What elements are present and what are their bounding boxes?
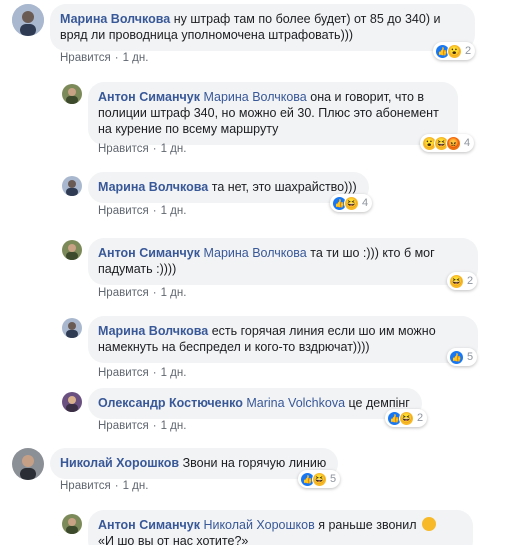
reaction-count: 2 xyxy=(465,45,472,57)
avatar[interactable] xyxy=(62,392,82,412)
comment-bubble: Антон Симанчук Николай Хорошков я раньше… xyxy=(88,510,473,545)
comment-text: я раньше звонил xyxy=(318,518,417,532)
reaction-count: 5 xyxy=(330,473,337,485)
comment-reply: Олександр Костюченко Marina Volchkova це… xyxy=(0,384,512,438)
user-photo-icon xyxy=(62,514,82,534)
like-link[interactable]: Нравится xyxy=(98,287,149,299)
avatar[interactable] xyxy=(62,318,82,338)
comment-bubble: Олександр Костюченко Marina Volchkova це… xyxy=(88,388,422,419)
comment-bubble: Марина Волчкова есть горячая линия если … xyxy=(88,316,478,363)
avatar[interactable] xyxy=(12,4,44,36)
reaction-summary[interactable]: 👍 😮 2 xyxy=(433,42,476,60)
reaction-count: 5 xyxy=(467,351,474,363)
timestamp[interactable]: 1 дн. xyxy=(123,480,149,492)
comment-actions: Нравится · 1 дн. xyxy=(60,480,149,492)
timestamp[interactable]: 1 дн. xyxy=(161,367,187,379)
comment-reply: Антон Симанчук Марина Волчкова та ти шо … xyxy=(0,234,512,304)
comment-bubble: Антон Симанчук Марина Волчкова она и гов… xyxy=(88,82,458,145)
comment-bubble: Николай Хорошков Звони на горячую линию xyxy=(50,448,339,479)
mention-link[interactable]: Марина Волчкова xyxy=(203,246,306,260)
mention-link[interactable]: Marina Volchkova xyxy=(246,396,345,410)
smile-emoji-icon xyxy=(422,517,437,531)
avatar[interactable] xyxy=(12,448,44,480)
reaction-summary[interactable]: 👍 😆 4 xyxy=(330,194,373,212)
mention-link[interactable]: Марина Волчкова xyxy=(203,90,306,104)
comment-reply: Марина Волчкова та нет, это шахрайство))… xyxy=(0,168,512,226)
comment-actions: Нравится · 1 дн. xyxy=(60,52,149,64)
reaction-count: 2 xyxy=(417,412,424,424)
like-link[interactable]: Нравится xyxy=(98,367,149,379)
angry-reaction-icon: 😡 xyxy=(446,135,461,151)
reaction-summary[interactable]: 👍 😆 2 xyxy=(385,409,428,427)
comment-bubble: Марина Волчкова та нет, это шахрайство))… xyxy=(88,172,369,203)
like-link[interactable]: Нравится xyxy=(60,480,111,492)
user-photo-icon xyxy=(62,84,82,104)
avatar[interactable] xyxy=(62,240,82,260)
like-link[interactable]: Нравится xyxy=(98,143,149,155)
author-name[interactable]: Олександр Костюченко xyxy=(98,396,243,410)
author-name[interactable]: Марина Волчкова xyxy=(98,180,208,194)
comment-text: та нет, это шахрайство))) xyxy=(211,180,357,194)
comment-actions: Нравится · 1 дн. xyxy=(98,143,187,155)
comment-text: це демпінг xyxy=(348,396,410,410)
reaction-summary[interactable]: 😆 2 xyxy=(447,272,478,290)
timestamp[interactable]: 1 дн. xyxy=(161,143,187,155)
wow-reaction-icon: 😮 xyxy=(447,43,462,59)
like-link[interactable]: Нравится xyxy=(98,205,149,217)
mention-link[interactable]: Николай Хорошков xyxy=(203,518,314,532)
author-name[interactable]: Антон Симанчук xyxy=(98,90,200,104)
user-photo-icon xyxy=(62,240,82,260)
comment: Марина Волчкова ну штраф там по более бу… xyxy=(0,0,512,70)
haha-reaction-icon: 😆 xyxy=(399,410,414,426)
user-photo-icon xyxy=(62,176,82,196)
comment: Николай Хорошков Звони на горячую линию … xyxy=(0,444,512,504)
author-name[interactable]: Николай Хорошков xyxy=(60,456,179,470)
comment-bubble: Антон Симанчук Марина Волчкова та ти шо … xyxy=(88,238,478,285)
reaction-count: 4 xyxy=(464,137,471,149)
author-name[interactable]: Марина Волчкова xyxy=(98,324,208,338)
author-name[interactable]: Антон Симанчук xyxy=(98,518,200,532)
user-photo-icon xyxy=(62,318,82,338)
comment-actions: Нравится · 1 дн. xyxy=(98,205,187,217)
reaction-summary[interactable]: 👍 😆 5 xyxy=(298,470,341,488)
user-photo-icon xyxy=(12,4,44,36)
author-name[interactable]: Марина Волчкова xyxy=(60,12,170,26)
reaction-summary[interactable]: 😮 😆 😡 4 xyxy=(420,134,475,152)
author-name[interactable]: Антон Симанчук xyxy=(98,246,200,260)
user-photo-icon xyxy=(62,392,82,412)
avatar[interactable] xyxy=(62,84,82,104)
like-link[interactable]: Нравится xyxy=(98,420,149,432)
reaction-summary[interactable]: 👍 5 xyxy=(447,348,478,366)
user-photo-icon xyxy=(12,448,44,480)
comment-actions: Нравится · 1 дн. xyxy=(98,287,187,299)
comment-text: Звони на горячую линию xyxy=(182,456,327,470)
avatar[interactable] xyxy=(62,514,82,534)
haha-reaction-icon: 😆 xyxy=(312,471,327,487)
comment-text-line2: «И шо вы от нас хотите?» xyxy=(98,534,249,545)
timestamp[interactable]: 1 дн. xyxy=(161,287,187,299)
timestamp[interactable]: 1 дн. xyxy=(161,420,187,432)
reaction-count: 2 xyxy=(467,275,474,287)
timestamp[interactable]: 1 дн. xyxy=(123,52,149,64)
reaction-count: 4 xyxy=(362,197,369,209)
like-reaction-icon: 👍 xyxy=(449,349,464,365)
comment-reply: Антон Симанчук Николай Хорошков я раньше… xyxy=(0,506,512,545)
avatar[interactable] xyxy=(62,176,82,196)
comment-bubble: Марина Волчкова ну штраф там по более бу… xyxy=(50,4,475,51)
comment-actions: Нравится · 1 дн. xyxy=(98,367,187,379)
comment-actions: Нравится · 1 дн. xyxy=(98,420,187,432)
comment-reply: Антон Симанчук Марина Волчкова она и гов… xyxy=(0,78,512,160)
haha-reaction-icon: 😆 xyxy=(449,273,464,289)
haha-reaction-icon: 😆 xyxy=(344,195,359,211)
timestamp[interactable]: 1 дн. xyxy=(161,205,187,217)
comment-reply: Марина Волчкова есть горячая линия если … xyxy=(0,312,512,382)
like-link[interactable]: Нравится xyxy=(60,52,111,64)
